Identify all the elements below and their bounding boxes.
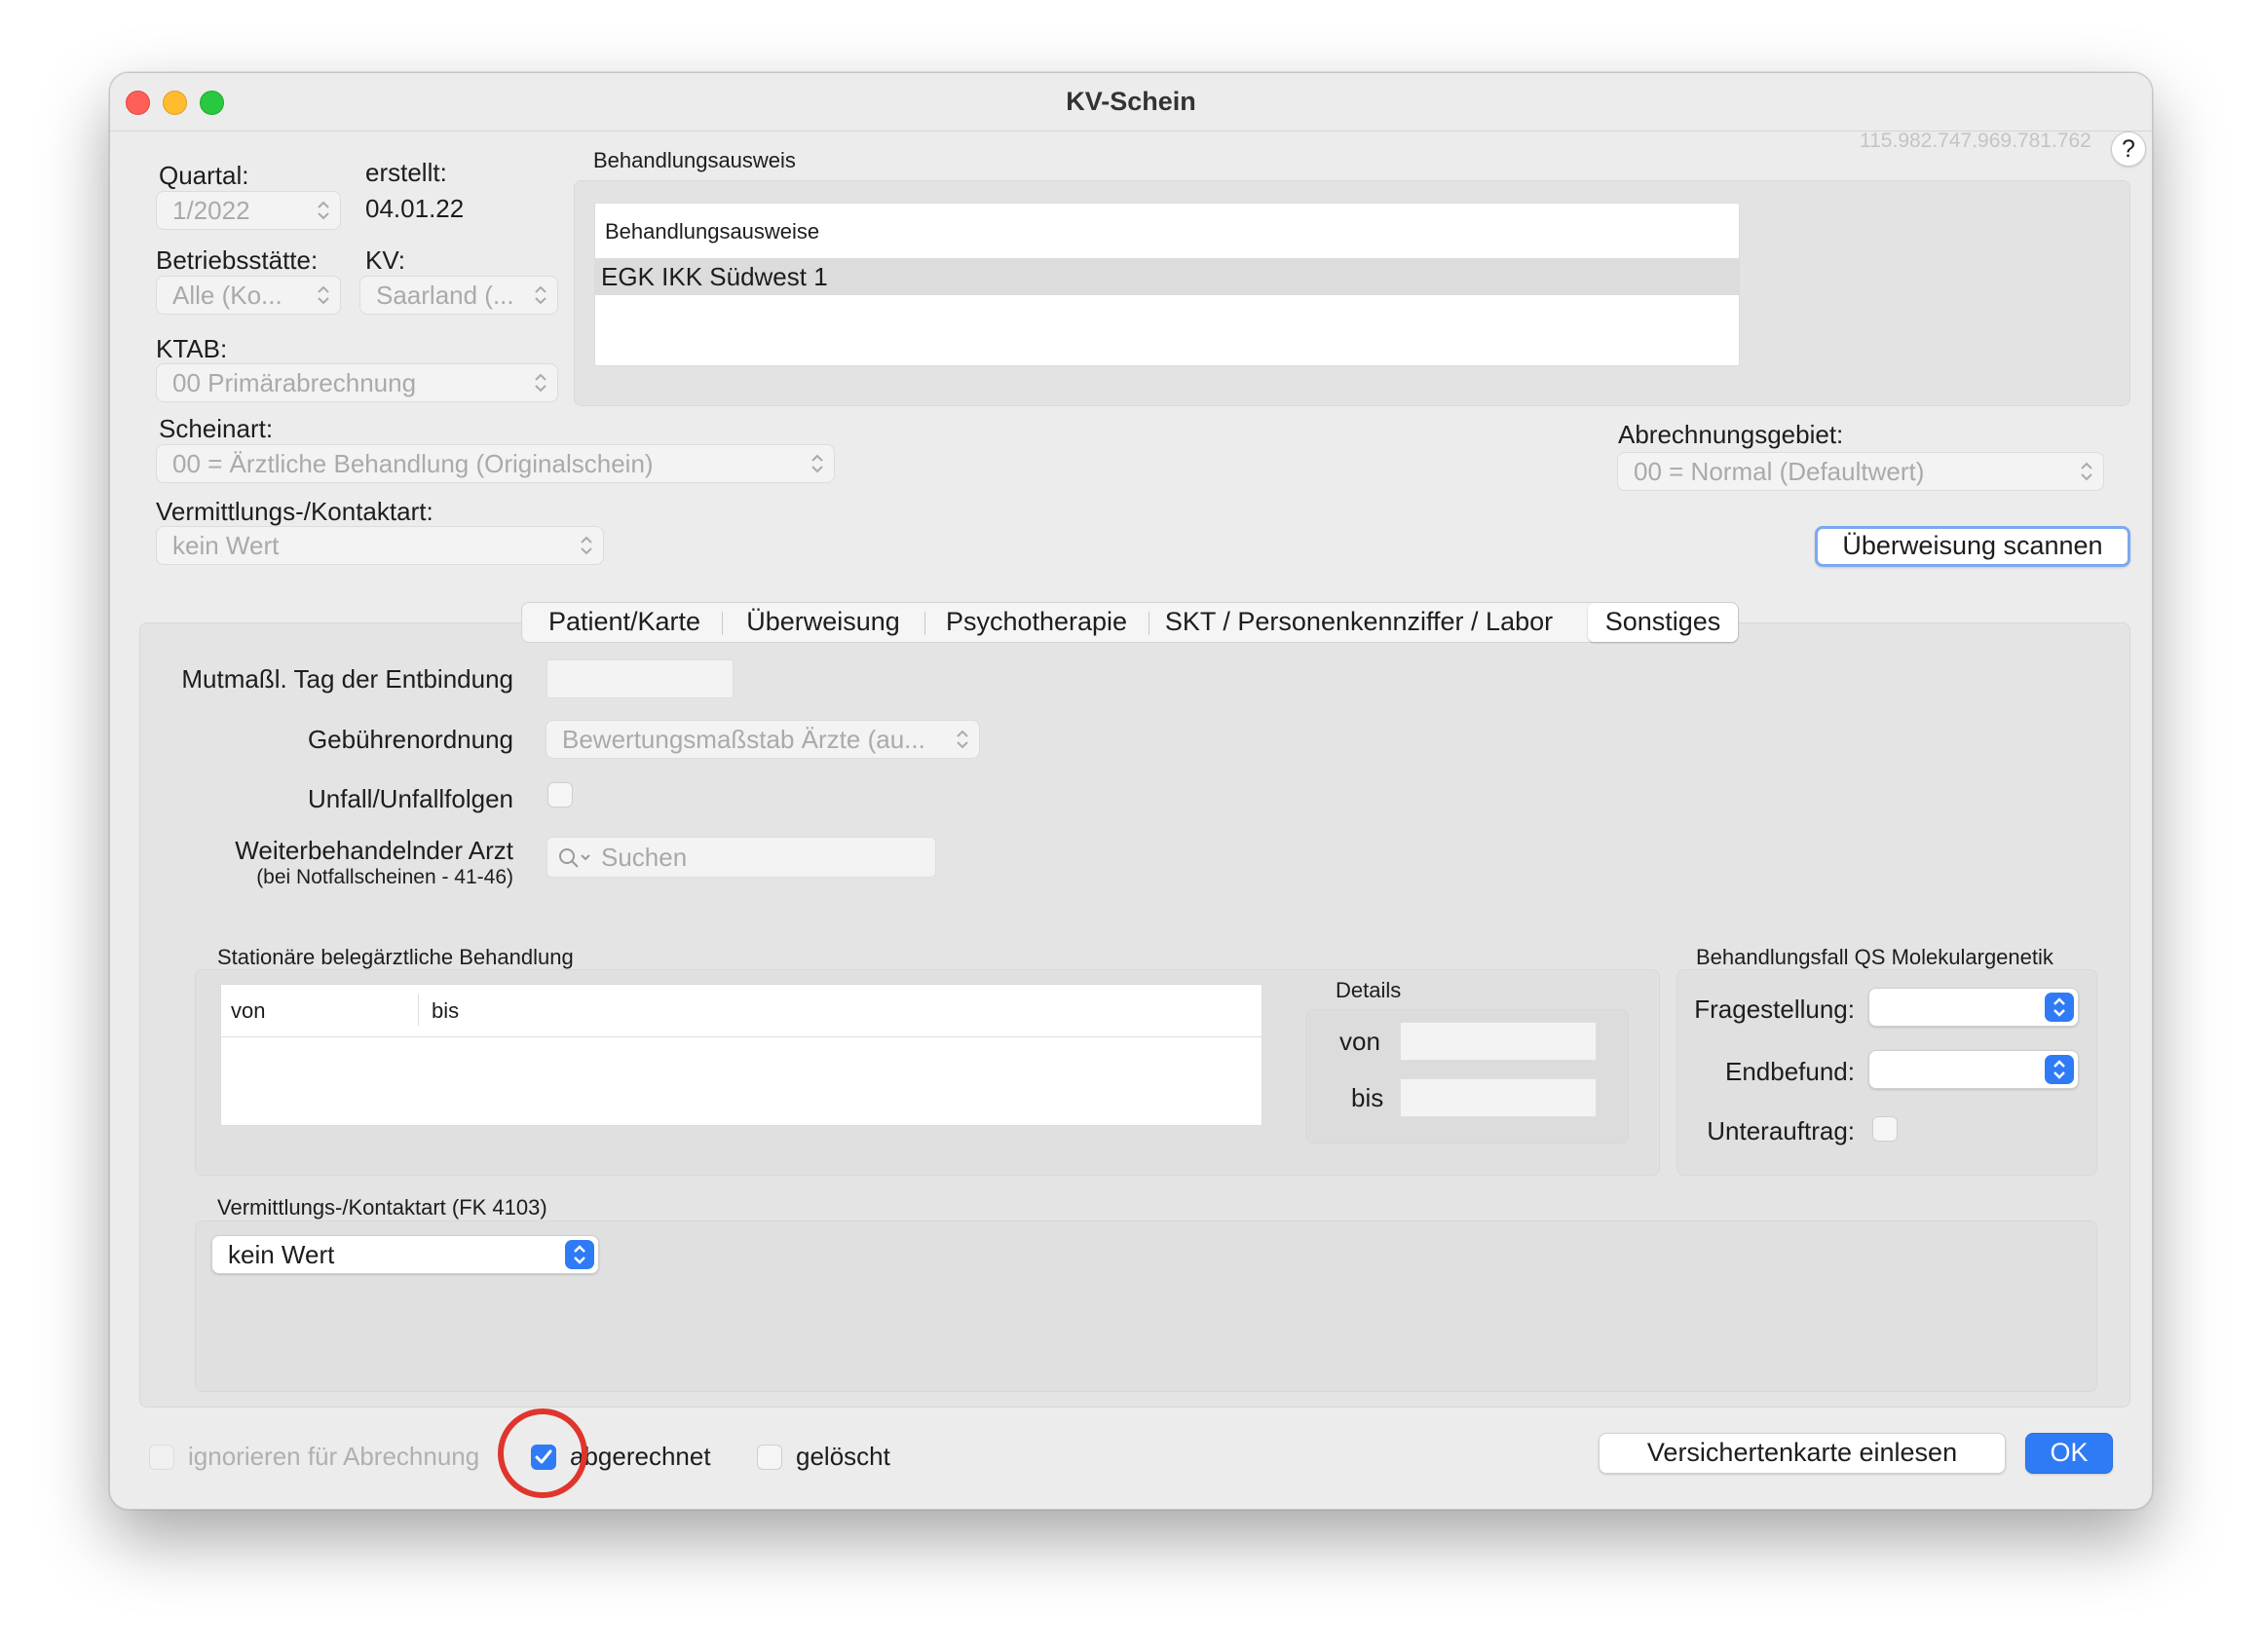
details-bis-label: bis	[1351, 1083, 1384, 1112]
behandlungsausweis-title: Behandlungsausweis	[593, 148, 796, 172]
abrechnungsgebiet-popup[interactable]: 00 = Normal (Defaultwert)	[1617, 452, 2104, 491]
kv-schein-window: KV-Schein 115.982.747.969.781.762 ? Quar…	[109, 72, 2153, 1510]
ktab-popup[interactable]: 00 Primärabrechnung	[156, 363, 558, 402]
entbindung-label: Mutmaßl. Tag der Entbindung	[181, 664, 513, 694]
gebuehrenordnung-value: Bewertungsmaßstab Ärzte (au...	[562, 725, 925, 754]
details-title: Details	[1336, 978, 1402, 1002]
vermittlung-value: kein Wert	[172, 531, 280, 560]
stationaer-group: von bis Details von bis	[195, 969, 1660, 1176]
tab-bar: Patient/Karte Überweisung Psychotherapie…	[521, 602, 1739, 643]
search-icon	[559, 848, 590, 868]
column-header-von: von	[231, 998, 266, 1023]
updown-chevron-icon	[2081, 462, 2092, 481]
behandlungsausweise-column-header: Behandlungsausweise	[605, 219, 820, 244]
list-item[interactable]: EGK IKK Südwest 1	[595, 258, 1739, 295]
fk4103-popup[interactable]: kein Wert	[211, 1235, 599, 1274]
abgerechnet-label: abgerechnet	[570, 1442, 711, 1471]
tab-sonstiges[interactable]: Sonstiges	[1588, 603, 1738, 642]
tab-psychotherapie[interactable]: Psychotherapie	[925, 603, 1148, 642]
quartal-popup[interactable]: 1/2022	[156, 191, 341, 230]
abrechnungsgebiet-label: Abrechnungsgebiet:	[1618, 420, 1844, 449]
updown-chevron-icon	[318, 201, 329, 220]
fragestellung-popup[interactable]	[1868, 988, 2079, 1027]
updown-chevron-icon	[318, 285, 329, 305]
search-placeholder: Suchen	[601, 843, 688, 872]
unterauftrag-checkbox[interactable]	[1872, 1116, 1898, 1142]
updown-chevron-icon	[811, 454, 823, 473]
ktab-label: KTAB:	[156, 334, 228, 363]
quartal-value: 1/2022	[172, 196, 250, 225]
qs-molekulargenetik-group: Fragestellung: Endbefund: Unterauftrag:	[1676, 969, 2097, 1176]
ok-button[interactable]: OK	[2025, 1433, 2113, 1474]
quartal-label: Quartal:	[159, 161, 249, 190]
updown-chevron-icon	[565, 1240, 594, 1269]
updown-chevron-icon	[957, 730, 968, 749]
tab-skt-personenkennziffer-labor[interactable]: SKT / Personenkennziffer / Labor	[1149, 603, 1568, 642]
help-button[interactable]: ?	[2111, 131, 2146, 167]
arzt-search-field[interactable]: Suchen	[546, 837, 936, 878]
ktab-value: 00 Primärabrechnung	[172, 368, 417, 397]
details-bis-field[interactable]	[1400, 1078, 1597, 1117]
behandlungsausweis-group: Behandlungsausweise EGK IKK Südwest 1	[574, 180, 2130, 406]
vermittlung-popup[interactable]: kein Wert	[156, 526, 604, 565]
erstellt-label: erstellt:	[365, 158, 447, 187]
scheinart-popup[interactable]: 00 = Ärztliche Behandlung (Originalschei…	[156, 444, 835, 483]
updown-chevron-icon	[535, 373, 546, 393]
table-header: von bis	[221, 985, 1262, 1037]
details-von-label: von	[1339, 1027, 1380, 1056]
betriebsstaette-popup[interactable]: Alle (Ko...	[156, 276, 341, 315]
tab-ueberweisung[interactable]: Überweisung	[723, 603, 923, 642]
updown-chevron-icon	[581, 536, 592, 555]
updown-chevron-icon	[2045, 1055, 2074, 1084]
scheinart-value: 00 = Ärztliche Behandlung (Originalschei…	[172, 449, 654, 478]
erstellt-value: 04.01.22	[365, 194, 465, 223]
column-header-bis: bis	[432, 998, 460, 1023]
scheinart-label: Scheinart:	[159, 414, 274, 443]
title-bar: KV-Schein	[110, 73, 2152, 131]
updown-chevron-icon	[535, 285, 546, 305]
column-divider	[418, 995, 419, 1026]
abrechnungsgebiet-value: 00 = Normal (Defaultwert)	[1634, 457, 1925, 486]
fragestellung-label: Fragestellung:	[1694, 995, 1855, 1024]
ueberweisung-scannen-button[interactable]: Überweisung scannen	[1815, 526, 2130, 567]
details-von-field[interactable]	[1400, 1022, 1597, 1061]
versichertenkarte-einlesen-button[interactable]: Versichertenkarte einlesen	[1599, 1433, 2006, 1474]
endbefund-label: Endbefund:	[1724, 1057, 1855, 1086]
geloescht-checkbox[interactable]	[757, 1445, 782, 1470]
endbefund-popup[interactable]	[1868, 1050, 2079, 1089]
unfall-label: Unfall/Unfallfolgen	[307, 784, 513, 813]
qs-molekulargenetik-title: Behandlungsfall QS Molekulargenetik	[1696, 945, 2053, 969]
betriebsstaette-value: Alle (Ko...	[172, 281, 282, 310]
unfall-checkbox[interactable]	[547, 782, 573, 807]
weiterbehandelnder-arzt-label: Weiterbehandelnder Arzt	[235, 836, 513, 865]
ignorieren-label: ignorieren für Abrechnung	[188, 1442, 480, 1471]
betriebsstaette-label: Betriebsstätte:	[156, 245, 319, 275]
highlight-circle	[498, 1408, 587, 1498]
kv-value: Saarland (...	[376, 281, 514, 310]
gebuehrenordnung-label: Gebührenordnung	[307, 725, 513, 754]
list-item-label: EGK IKK Südwest 1	[601, 262, 828, 291]
gebuehrenordnung-popup[interactable]: Bewertungsmaßstab Ärzte (au...	[546, 720, 980, 759]
stationaer-title: Stationäre belegärztliche Behandlung	[217, 945, 574, 969]
ignorieren-checkbox[interactable]	[149, 1445, 174, 1470]
fk4103-value: kein Wert	[228, 1240, 335, 1269]
fk4103-group: kein Wert	[195, 1220, 2097, 1392]
stationaer-table: von bis	[220, 984, 1262, 1126]
record-id: 115.982.747.969.781.762	[1860, 130, 2091, 152]
details-group: von bis	[1305, 1009, 1629, 1144]
window-title: KV-Schein	[1066, 87, 1196, 116]
entbindung-date-field[interactable]	[546, 659, 734, 698]
geloescht-label: gelöscht	[796, 1442, 890, 1471]
tab-patient-karte[interactable]: Patient/Karte	[528, 603, 721, 642]
kv-label: KV:	[365, 245, 405, 275]
weiterbehandelnder-arzt-sublabel: (bei Notfallscheinen - 41-46)	[256, 866, 513, 888]
fk4103-title: Vermittlungs-/Kontaktart (FK 4103)	[217, 1195, 547, 1220]
updown-chevron-icon	[2045, 993, 2074, 1022]
kv-popup[interactable]: Saarland (...	[359, 276, 558, 315]
unterauftrag-label: Unterauftrag:	[1707, 1116, 1855, 1145]
behandlungsausweis-list: Behandlungsausweise EGK IKK Südwest 1	[594, 203, 1740, 366]
vermittlung-label: Vermittlungs-/Kontaktart:	[156, 497, 433, 526]
